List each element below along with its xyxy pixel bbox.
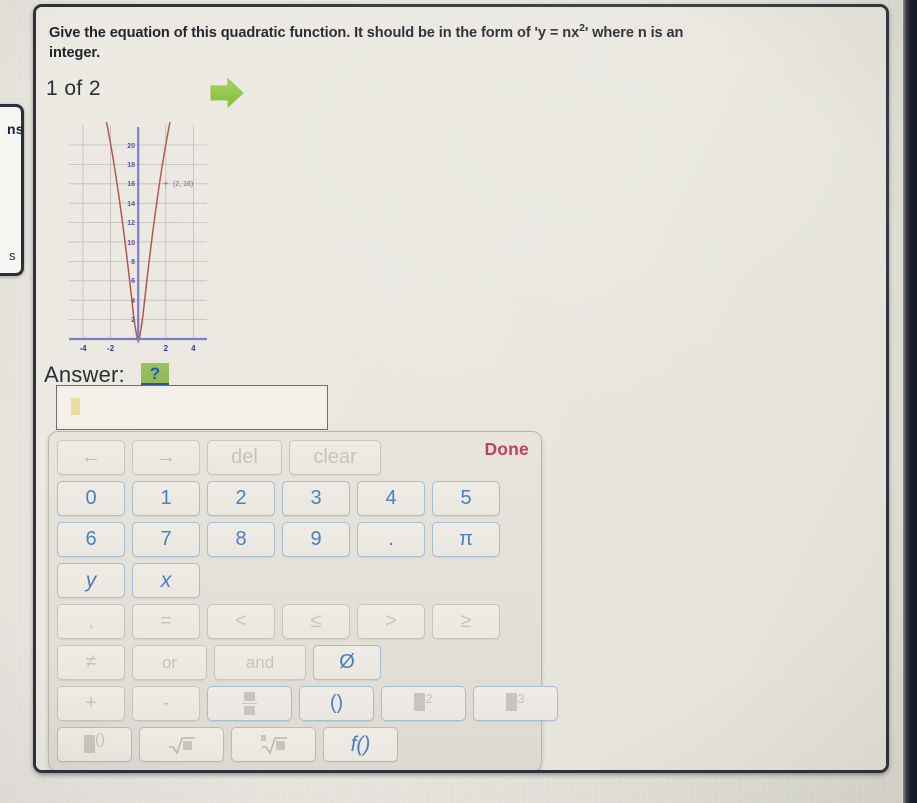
square-power-icon: 2 [414, 691, 433, 717]
svg-text:2: 2 [164, 344, 169, 353]
next-arrow-icon[interactable] [208, 76, 246, 110]
answer-caret [71, 398, 80, 415]
svg-text:14: 14 [127, 201, 135, 208]
keyboard-row-digits-1: 0 1 2 3 4 5 [57, 481, 500, 516]
keyboard-row-functions: () f() [57, 727, 398, 762]
tablet-screen-surface: Give the equation of this quadratic func… [0, 0, 903, 803]
key-empty-set[interactable]: Ø [313, 645, 381, 680]
key-6[interactable]: 6 [57, 522, 125, 557]
key-parentheses[interactable]: () [299, 686, 374, 721]
left-panel-text-bottom: s [9, 248, 16, 263]
general-power-icon: () [84, 731, 105, 758]
key-3[interactable]: 3 [282, 481, 350, 516]
question-line1-part2: ' where n is an [584, 24, 684, 41]
sqrt-svg [168, 736, 195, 755]
nth-root-icon [259, 734, 289, 756]
progress-indicator: 1 of 2 [46, 77, 101, 100]
key-left-arrow[interactable]: ← [57, 440, 125, 475]
keyboard-row-variables: y x [57, 563, 200, 598]
key-comma[interactable]: , [57, 604, 125, 639]
svg-text:+: + [163, 179, 169, 190]
key-clear[interactable]: clear [289, 440, 381, 475]
key-and[interactable]: and [214, 645, 306, 680]
key-less-equal[interactable]: ≤ [282, 604, 350, 639]
svg-text:16: 16 [127, 181, 135, 188]
key-8[interactable]: 8 [207, 522, 275, 557]
left-panel-text-top: ns [7, 121, 24, 137]
key-pi[interactable]: π [432, 522, 500, 557]
svg-text:8: 8 [131, 259, 135, 266]
svg-text:(2, 16): (2, 16) [173, 181, 193, 188]
key-right-arrow[interactable]: → [132, 440, 200, 475]
svg-text:4: 4 [131, 298, 135, 305]
keyboard-row-digits-2: 6 7 8 9 . π [57, 522, 500, 557]
svg-text:20: 20 [127, 143, 135, 150]
key-9[interactable]: 9 [282, 522, 350, 557]
keyboard-row-nav: ← → del clear [57, 440, 381, 475]
x-axis-tick-labels: -4 -2 2 4 [79, 344, 196, 353]
question-line1-part1: Give the equation of this quadratic func… [49, 24, 580, 41]
screenshot-root: Give the equation of this quadratic func… [0, 0, 917, 803]
key-or[interactable]: or [132, 645, 207, 680]
help-question-icon[interactable]: ? [141, 363, 169, 387]
key-function[interactable]: f() [323, 727, 398, 762]
keyboard-row-operators: + - () 2 3 [57, 686, 558, 721]
graph-cursor [135, 337, 141, 344]
key-minus[interactable]: - [132, 686, 200, 721]
key-plus[interactable]: + [57, 686, 125, 721]
nroot-svg [260, 734, 287, 755]
key-y[interactable]: y [57, 563, 125, 598]
key-del[interactable]: del [207, 440, 282, 475]
svg-text:2: 2 [131, 317, 135, 324]
left-side-panel[interactable]: ns s [0, 104, 24, 276]
math-keyboard: Done ← → del clear 0 1 2 3 4 5 6 7 8 9 .… [48, 431, 558, 770]
keyboard-row-logic: ≠ or and Ø [57, 645, 381, 680]
keyboard-row-comparators: , = < ≤ > ≥ [57, 604, 500, 639]
key-fraction[interactable] [207, 686, 292, 721]
key-5[interactable]: 5 [432, 481, 500, 516]
next-arrow-svg [210, 77, 244, 109]
key-2[interactable]: 2 [207, 481, 275, 516]
cube-power-icon: 3 [506, 691, 525, 717]
key-square-root[interactable] [139, 727, 224, 762]
screen-bezel-right [903, 0, 917, 803]
key-greater-than[interactable]: > [357, 604, 425, 639]
svg-text:12: 12 [127, 220, 135, 227]
question-line2: integer. [49, 44, 101, 61]
key-0[interactable]: 0 [57, 481, 125, 516]
svg-text:-4: -4 [79, 344, 87, 353]
svg-text:6: 6 [131, 278, 135, 285]
quiz-app-panel: Give the equation of this quadratic func… [33, 4, 889, 773]
svg-text:4: 4 [191, 344, 196, 353]
key-4[interactable]: 4 [357, 481, 425, 516]
key-general-power[interactable]: () [57, 727, 132, 762]
svg-text:18: 18 [127, 162, 135, 169]
key-7[interactable]: 7 [132, 522, 200, 557]
key-nth-root[interactable] [231, 727, 316, 762]
key-x[interactable]: x [132, 563, 200, 598]
quiz-app-background: Give the equation of this quadratic func… [36, 7, 886, 770]
graph-axes [69, 127, 207, 341]
answer-input[interactable] [56, 385, 328, 430]
quadratic-graph: 2 4 6 8 10 12 14 16 18 20 -4 -2 2 4 + (2… [61, 107, 211, 355]
fraction-icon [242, 691, 257, 716]
key-greater-equal[interactable]: ≥ [432, 604, 500, 639]
key-cube-power[interactable]: 3 [473, 686, 558, 721]
square-root-icon [167, 735, 197, 755]
svg-text:10: 10 [127, 240, 135, 247]
key-not-equal[interactable]: ≠ [57, 645, 125, 680]
point-annotation: + (2, 16) [163, 179, 193, 190]
key-1[interactable]: 1 [132, 481, 200, 516]
key-equals[interactable]: = [132, 604, 200, 639]
graph-svg: 2 4 6 8 10 12 14 16 18 20 -4 -2 2 4 + (2… [69, 121, 207, 353]
svg-text:-2: -2 [107, 344, 115, 353]
key-square-power[interactable]: 2 [381, 686, 466, 721]
key-less-than[interactable]: < [207, 604, 275, 639]
key-decimal[interactable]: . [357, 522, 425, 557]
done-button[interactable]: Done [484, 439, 529, 460]
question-text: Give the equation of this quadratic func… [49, 21, 877, 63]
